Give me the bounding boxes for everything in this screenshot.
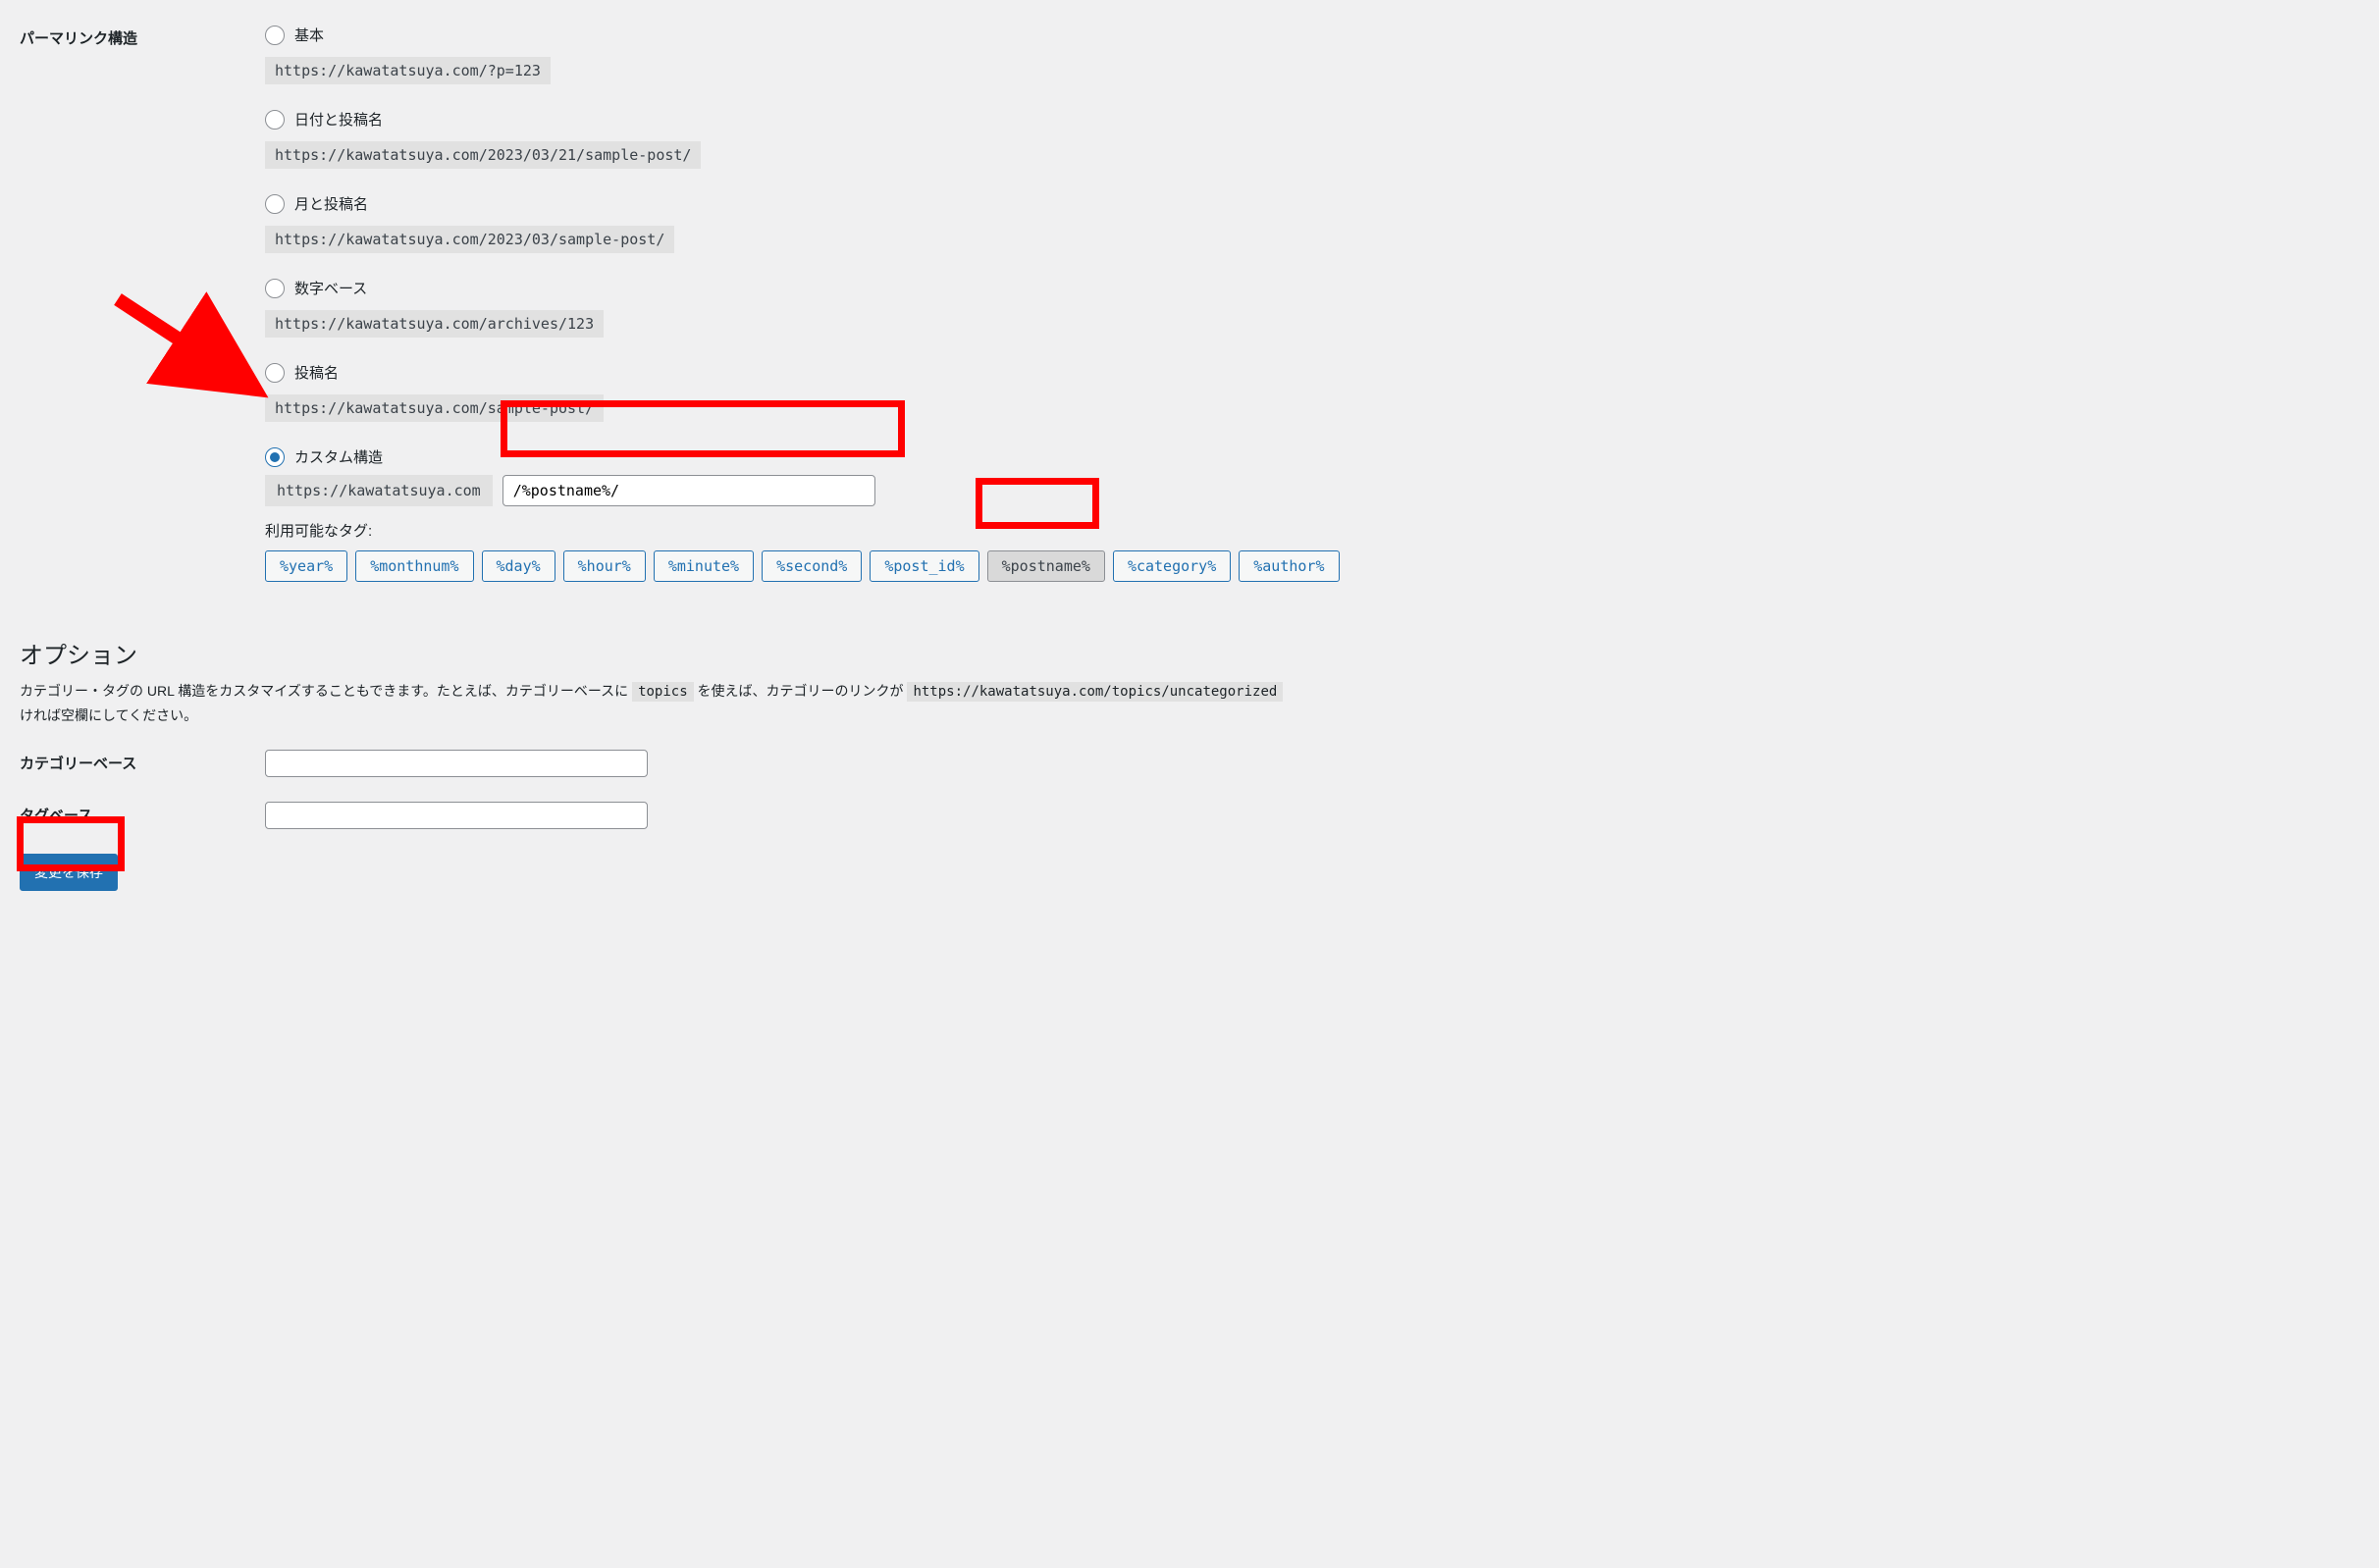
tag-author[interactable]: %author% bbox=[1239, 550, 1339, 582]
custom-base-url: https://kawatatsuya.com bbox=[265, 475, 493, 506]
radio-label-numeric[interactable]: 数字ベース bbox=[294, 278, 367, 298]
radio-day-name[interactable] bbox=[265, 110, 285, 130]
save-button[interactable]: 変更を保存 bbox=[20, 854, 118, 891]
tag-day[interactable]: %day% bbox=[482, 550, 555, 582]
tag-category[interactable]: %category% bbox=[1113, 550, 1231, 582]
custom-structure-input[interactable] bbox=[502, 475, 875, 506]
radio-label-plain[interactable]: 基本 bbox=[294, 25, 324, 45]
available-tags-label: 利用可能なタグ: bbox=[265, 520, 1500, 541]
tag-hour[interactable]: %hour% bbox=[563, 550, 646, 582]
radio-month-name[interactable] bbox=[265, 194, 285, 214]
tag-monthnum[interactable]: %monthnum% bbox=[355, 550, 473, 582]
example-numeric: https://kawatatsuya.com/archives/123 bbox=[265, 310, 604, 338]
permalink-option-numeric[interactable]: 数字ベース https://kawatatsuya.com/archives/1… bbox=[265, 278, 1500, 338]
available-tags-row: %year% %monthnum% %day% %hour% %minute% … bbox=[265, 550, 1500, 582]
permalink-option-plain[interactable]: 基本 https://kawatatsuya.com/?p=123 bbox=[265, 25, 1500, 84]
permalink-option-postname[interactable]: 投稿名 https://kawatatsuya.com/sample-post/ bbox=[265, 362, 1500, 422]
permalink-option-day-name[interactable]: 日付と投稿名 https://kawatatsuya.com/2023/03/2… bbox=[265, 109, 1500, 169]
radio-label-custom[interactable]: カスタム構造 bbox=[294, 446, 383, 467]
tag-year[interactable]: %year% bbox=[265, 550, 347, 582]
tag-second[interactable]: %second% bbox=[762, 550, 862, 582]
tag-post-id[interactable]: %post_id% bbox=[870, 550, 978, 582]
radio-numeric[interactable] bbox=[265, 279, 285, 298]
category-base-input[interactable] bbox=[265, 750, 648, 777]
radio-custom[interactable] bbox=[265, 447, 285, 467]
permalink-option-custom[interactable]: カスタム構造 https://kawatatsuya.com 利用可能なタグ: … bbox=[265, 446, 1500, 582]
radio-label-month-name[interactable]: 月と投稿名 bbox=[294, 193, 368, 214]
category-base-label: カテゴリーベース bbox=[20, 753, 265, 773]
example-month-name: https://kawatatsuya.com/2023/03/sample-p… bbox=[265, 226, 674, 253]
radio-postname[interactable] bbox=[265, 363, 285, 383]
radio-label-postname[interactable]: 投稿名 bbox=[294, 362, 339, 383]
example-postname: https://kawatatsuya.com/sample-post/ bbox=[265, 394, 604, 422]
optional-description: カテゴリー・タグの URL 構造をカスタマイズすることもできます。たとえば、カテ… bbox=[20, 680, 1500, 728]
permalink-section-label: パーマリンク構造 bbox=[20, 20, 265, 56]
tag-base-label: タグベース bbox=[20, 805, 265, 825]
radio-plain[interactable] bbox=[265, 26, 285, 45]
desc-code-url: https://kawatatsuya.com/topics/uncategor… bbox=[907, 682, 1283, 702]
optional-heading: オプション bbox=[20, 636, 1500, 670]
tag-postname[interactable]: %postname% bbox=[987, 550, 1105, 582]
tag-minute[interactable]: %minute% bbox=[654, 550, 754, 582]
tag-base-input[interactable] bbox=[265, 802, 648, 829]
example-day-name: https://kawatatsuya.com/2023/03/21/sampl… bbox=[265, 141, 701, 169]
example-plain: https://kawatatsuya.com/?p=123 bbox=[265, 57, 551, 84]
radio-label-day-name[interactable]: 日付と投稿名 bbox=[294, 109, 383, 130]
permalink-option-month-name[interactable]: 月と投稿名 https://kawatatsuya.com/2023/03/sa… bbox=[265, 193, 1500, 253]
desc-code-topics: topics bbox=[632, 682, 694, 702]
